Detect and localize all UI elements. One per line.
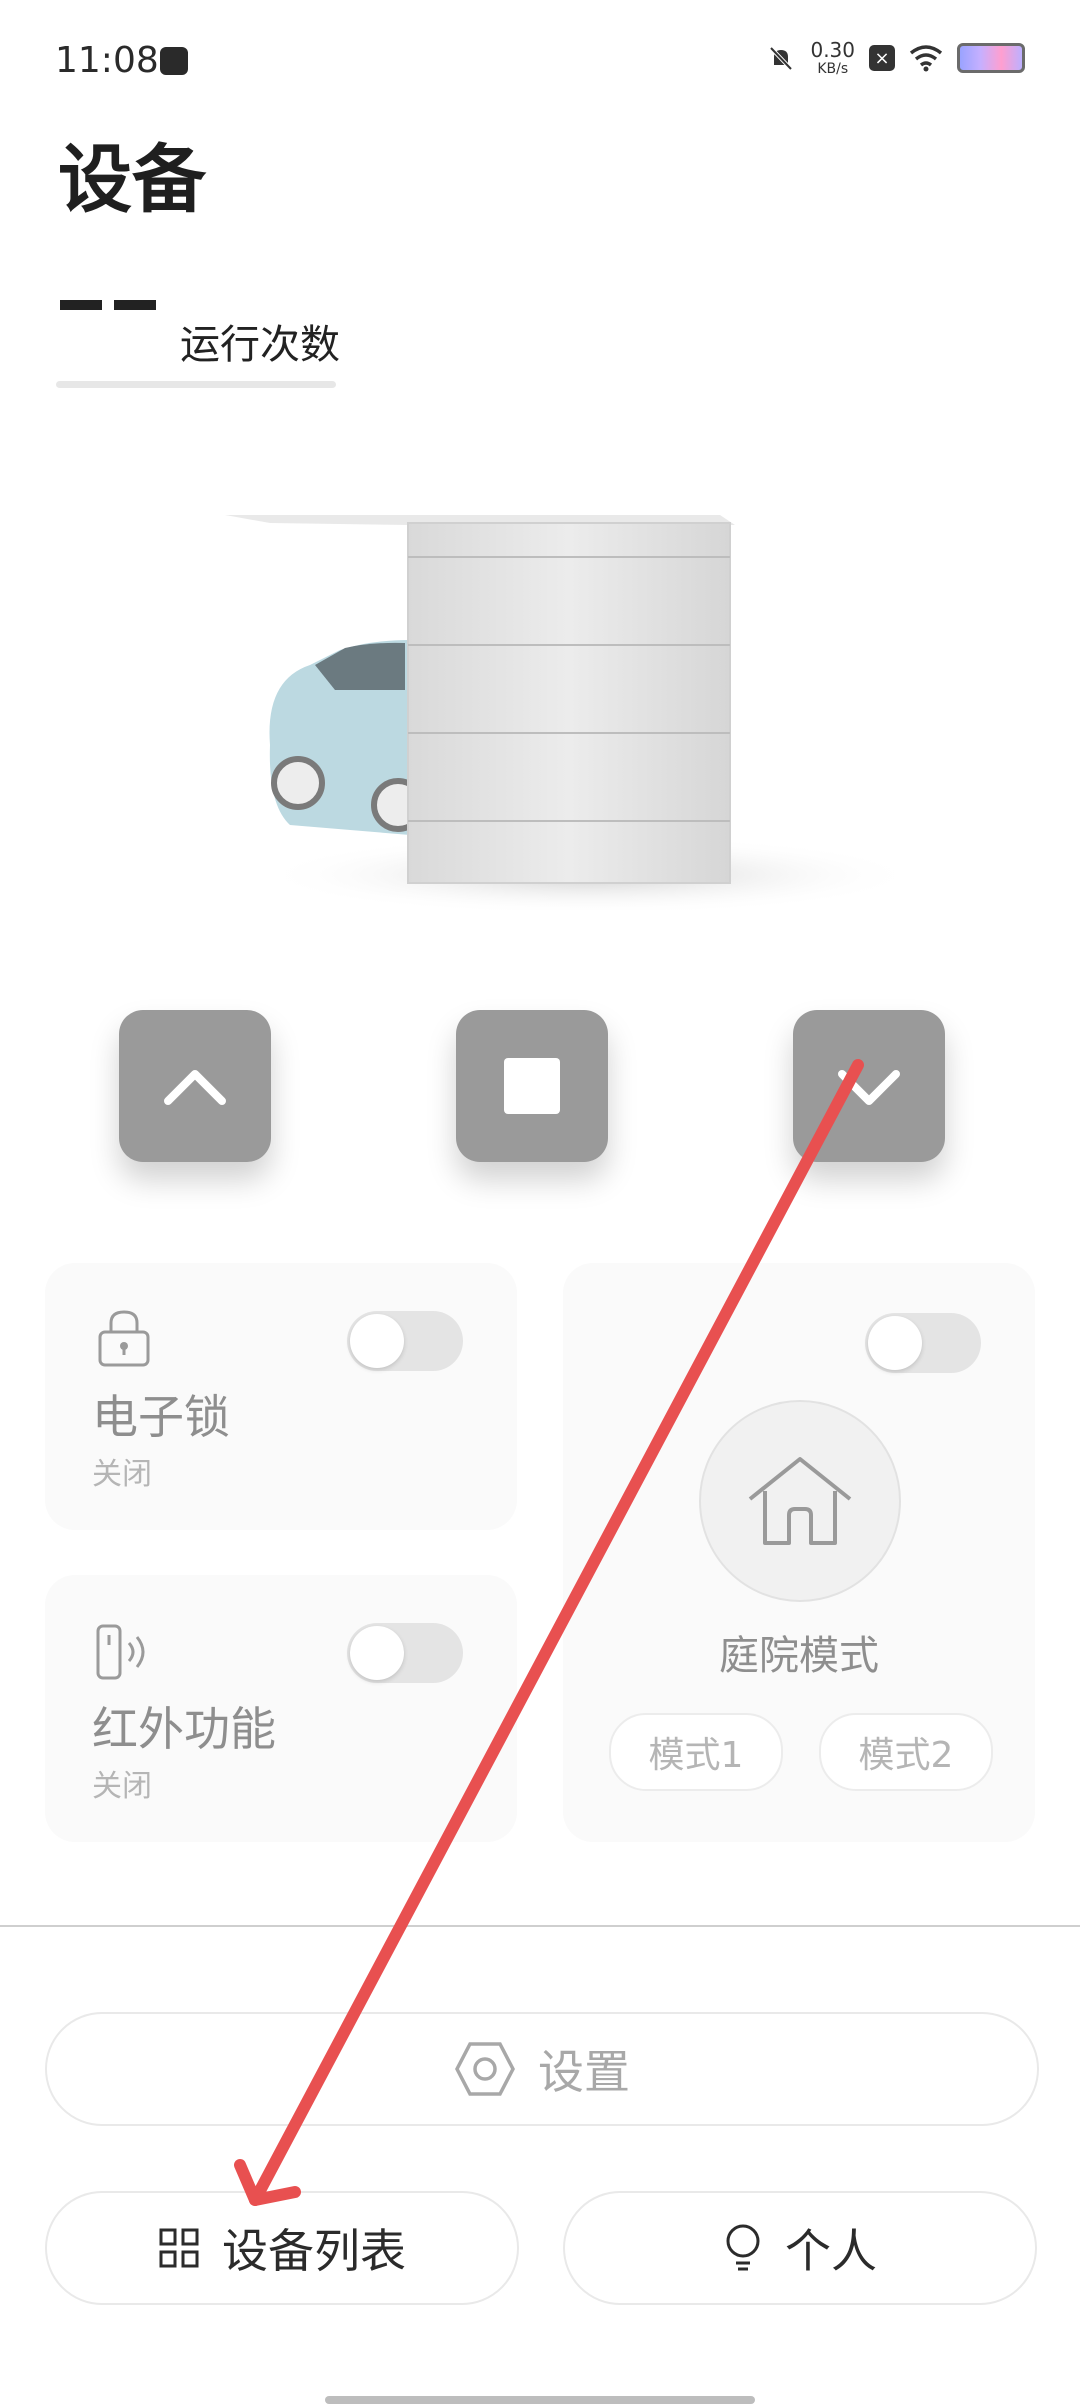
chevron-up-icon (164, 1070, 226, 1105)
yard-mode-button[interactable] (699, 1400, 901, 1602)
infrared-card: 红外功能 关闭 (45, 1575, 517, 1842)
lock-icon (98, 1310, 150, 1367)
yard-toggle[interactable] (865, 1313, 981, 1373)
page-title: 设备 (58, 137, 206, 223)
lock-toggle[interactable] (347, 1311, 463, 1371)
lock-status: 关闭 (92, 1457, 152, 1492)
x-badge-icon: × (869, 45, 895, 71)
device-list-button[interactable]: 设备列表 (45, 2191, 519, 2305)
battery-icon (957, 43, 1025, 73)
run-count-underline (56, 381, 336, 388)
speed-value: 0.30 (810, 38, 855, 62)
home-icon (748, 1457, 852, 1545)
infrared-status: 关闭 (92, 1769, 152, 1804)
mute-bell-icon (770, 46, 793, 71)
personal-button[interactable]: 个人 (563, 2191, 1037, 2305)
lightbulb-icon (726, 2224, 760, 2271)
yard-mode-label: 庭院模式 (719, 1633, 879, 1679)
bottom-divider (0, 1925, 1080, 1927)
wifi-icon (909, 45, 943, 72)
hexagon-settings-icon (455, 2042, 515, 2096)
home-indicator (325, 2396, 755, 2404)
open-door-button[interactable] (119, 1010, 271, 1162)
device-list-label: 设备列表 (222, 2224, 406, 2278)
close-door-button[interactable] (793, 1010, 945, 1162)
network-speed: 0.30 KB/s (810, 40, 855, 76)
stop-door-button[interactable] (456, 1010, 608, 1162)
lock-title: 电子锁 (92, 1390, 230, 1444)
chevron-down-icon (838, 1070, 900, 1105)
infrared-title: 红外功能 (92, 1702, 276, 1756)
run-count-value (60, 300, 102, 310)
infrared-icon (96, 1624, 145, 1680)
garage-illustration (225, 515, 910, 910)
status-time: 11:08 (55, 40, 159, 81)
yard-mode-card: 庭院模式 模式1 模式2 (563, 1263, 1035, 1842)
stop-square-icon (504, 1058, 560, 1114)
settings-label: 设置 (538, 2045, 630, 2099)
grid-icon (159, 2228, 199, 2268)
app-notification-icon (160, 47, 188, 75)
speed-unit: KB/s (817, 61, 849, 77)
run-count-label: 运行次数 (180, 322, 340, 368)
personal-label: 个人 (785, 2224, 877, 2278)
infrared-toggle[interactable] (347, 1623, 463, 1683)
mode1-button[interactable]: 模式1 (609, 1713, 783, 1791)
mode2-button[interactable]: 模式2 (819, 1713, 993, 1791)
run-count-value-dash (114, 300, 156, 310)
electronic-lock-card: 电子锁 关闭 (45, 1263, 517, 1530)
status-icons: 0.30 KB/s × (766, 40, 1025, 76)
settings-button[interactable]: 设置 (45, 2012, 1039, 2126)
